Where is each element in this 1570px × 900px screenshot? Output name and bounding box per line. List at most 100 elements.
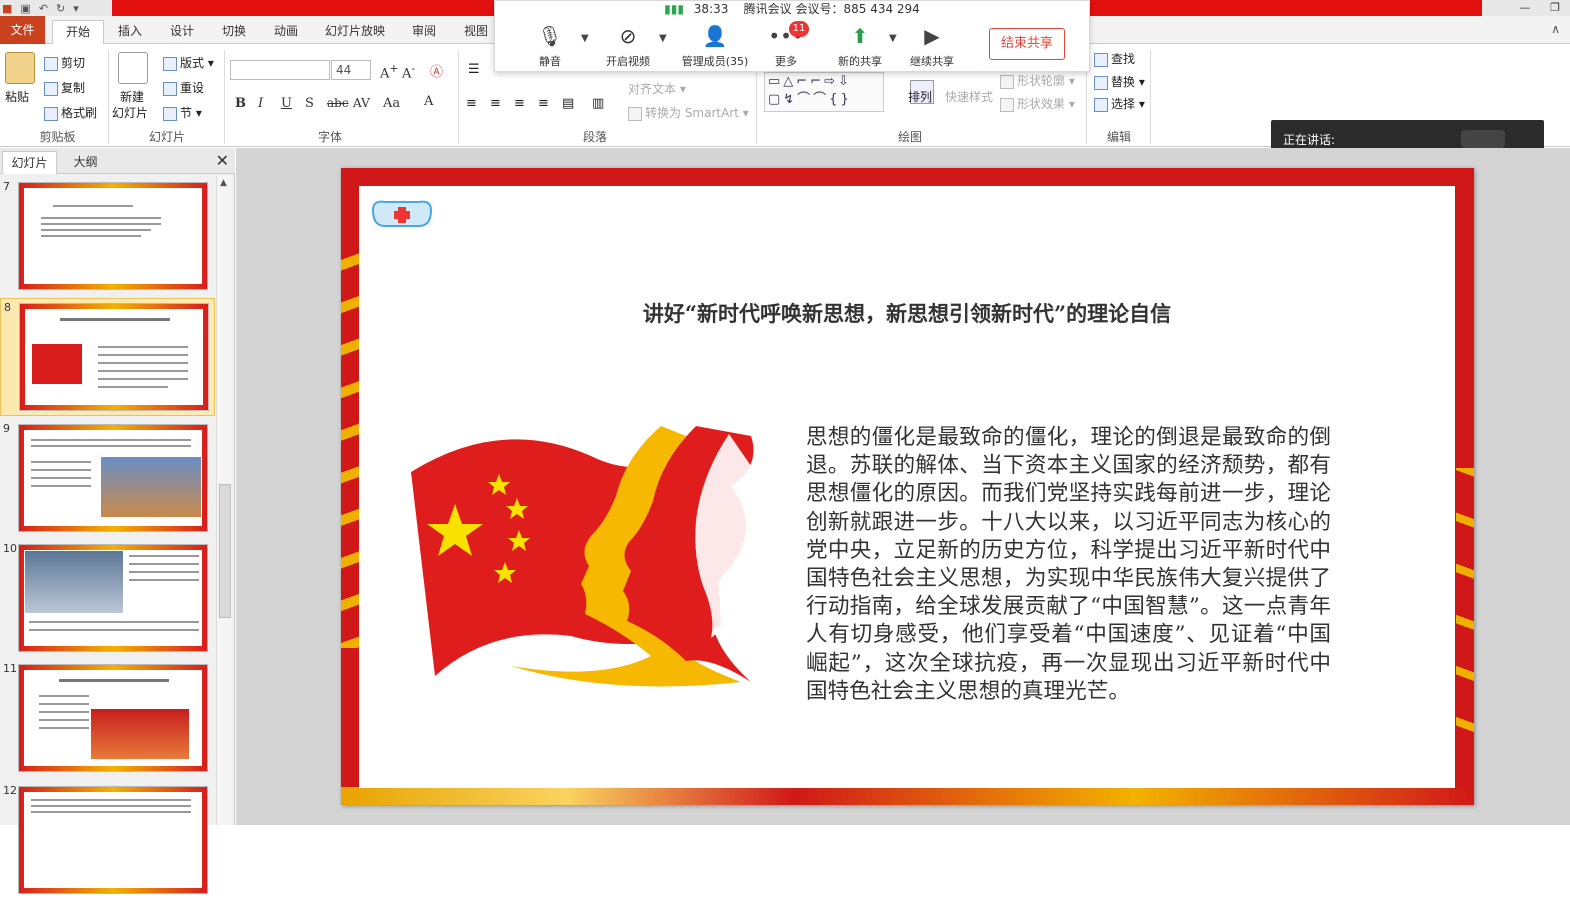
grow-font-icon[interactable]: A+ — [380, 62, 398, 81]
char-spacing-icon[interactable]: AV — [353, 96, 370, 110]
scroll-thumb[interactable] — [219, 484, 231, 618]
slide-thumbnail-10[interactable]: 10 — [0, 540, 215, 658]
tab-home[interactable]: 开始 — [52, 20, 104, 44]
new-share-button[interactable]: ⬆ 新的共享 — [825, 23, 895, 69]
justify-icon[interactable]: ≡ — [538, 96, 549, 111]
cut-button[interactable]: 剪切 — [44, 54, 85, 71]
meeting-info: 腾讯会议 会议号：885 434 294 — [743, 2, 920, 16]
strikethrough-icon[interactable]: abc — [327, 96, 349, 110]
tab-slides[interactable]: 幻灯片 — [2, 151, 57, 174]
tab-review[interactable]: 审阅 — [404, 20, 444, 44]
slide-thumbnail-11[interactable]: 11 — [0, 660, 215, 778]
shape-effects-button[interactable]: 形状效果 ▾ — [1000, 95, 1075, 112]
underline-icon[interactable]: U — [281, 96, 292, 111]
tab-animations[interactable]: 动画 — [266, 20, 306, 44]
copy-button[interactable]: 复制 — [44, 79, 85, 96]
quick-styles-button[interactable]: 快速样式 — [945, 88, 993, 105]
mask-icon — [371, 200, 433, 227]
arrange-button[interactable]: 排列 — [908, 88, 932, 105]
share-options-chevron-icon[interactable]: ▼ — [889, 33, 897, 44]
ribbon-collapse-icon[interactable]: ∧ — [1551, 22, 1560, 36]
undo-icon[interactable]: ↶ — [39, 2, 48, 15]
format-painter-button[interactable]: 格式刷 — [44, 104, 97, 121]
font-color-icon[interactable]: A — [424, 94, 433, 109]
slide-thumbnail-7[interactable]: 7 — [0, 178, 215, 296]
shadow-icon[interactable]: S — [305, 96, 314, 111]
restore-icon[interactable]: ❐ — [1540, 0, 1570, 16]
shapes-gallery[interactable]: ▭△⌐⌐⇨⇩ ▢↯⌒⌒{} — [764, 72, 884, 112]
tab-design[interactable]: 设计 — [162, 20, 202, 44]
current-slide[interactable]: 讲好“新时代呼唤新思想，新思想引领新时代”的理论自信 思想的僵化是最致命的僵化，… — [341, 168, 1474, 805]
end-share-button[interactable]: 结束共享 — [989, 28, 1065, 60]
italic-icon[interactable]: I — [258, 96, 263, 111]
slide-body-text[interactable]: 思想的僵化是最致命的僵化，理论的倒退是最致命的倒退。苏联的解体、当下资本主义国家… — [806, 424, 1331, 706]
paintbrush-icon — [44, 106, 58, 121]
bold-icon[interactable]: B — [235, 96, 246, 111]
replace-button[interactable]: 替换 ▾ — [1094, 73, 1145, 90]
save-icon[interactable]: ▣ — [20, 2, 30, 15]
redo-icon[interactable]: ↻ — [56, 2, 65, 15]
video-button[interactable]: ⊘ 开启视频 — [593, 23, 663, 69]
more-button[interactable]: ••• 更多 — [751, 23, 821, 69]
columns-icon[interactable]: ▥ — [592, 96, 604, 111]
convert-smartart-button[interactable]: 转换为 SmartArt ▾ — [628, 104, 749, 121]
section-button[interactable]: 节 ▾ — [163, 104, 202, 121]
mute-options-chevron-icon[interactable]: ▼ — [581, 33, 589, 44]
slide-title[interactable]: 讲好“新时代呼唤新思想，新思想引领新时代”的理论自信 — [359, 298, 1455, 328]
font-group-label: 字体 — [317, 130, 342, 144]
share-screen-icon: ⬆ — [851, 24, 869, 48]
close-pane-icon[interactable]: ✕ — [216, 151, 229, 170]
slide-thumbnail-pane: 幻灯片 大纲 ✕ 7 8 9 10 11 12 ▲ — [0, 148, 235, 894]
slide-thumbnail-12[interactable]: 12 — [0, 782, 215, 900]
align-right-icon[interactable]: ≡ — [514, 96, 525, 111]
customize-qat-icon[interactable]: ▾ — [73, 2, 79, 15]
video-options-chevron-icon[interactable]: ▼ — [659, 33, 667, 44]
new-slide-label-1[interactable]: 新建 — [120, 88, 144, 105]
tab-transitions[interactable]: 切换 — [214, 20, 254, 44]
clear-format-icon[interactable]: Ⓐ — [430, 61, 443, 80]
slides-group-label: 幻灯片 — [148, 130, 185, 144]
font-size-combo[interactable]: 44 — [331, 60, 371, 80]
meeting-time: 38:33 — [693, 2, 729, 16]
layout-button[interactable]: 版式 ▾ — [163, 54, 214, 71]
mute-button[interactable]: 🎙 静音 — [515, 23, 585, 69]
new-slide-label-2[interactable]: 幻灯片 — [112, 104, 148, 121]
quick-access-toolbar: ■ ▣ ↶ ↻ ▾ — [2, 0, 79, 16]
paste-icon[interactable] — [5, 52, 35, 84]
group-divider — [108, 50, 109, 144]
tab-outline[interactable]: 大纲 — [58, 151, 113, 174]
minimize-icon[interactable]: — — [1510, 0, 1540, 16]
distributed-icon[interactable]: ▤ — [562, 96, 574, 111]
align-left-icon[interactable]: ≡ — [466, 96, 477, 111]
tab-insert[interactable]: 插入 — [110, 20, 150, 44]
shrink-font-icon[interactable]: A- — [402, 62, 415, 81]
binoculars-icon — [1094, 52, 1108, 67]
flag-profile-graphic[interactable] — [411, 426, 771, 706]
thumbnail-scrollbar[interactable]: ▲ — [216, 176, 232, 825]
paste-button[interactable]: 粘贴 — [5, 88, 29, 105]
microphone-icon: 🎙 — [537, 24, 563, 48]
select-button[interactable]: 选择 ▾ — [1094, 95, 1145, 112]
bullets-icon[interactable]: ☰ — [468, 62, 480, 77]
align-text-button[interactable]: 对齐文本 ▾ — [628, 80, 686, 97]
members-icon: 👤 — [702, 24, 728, 48]
app-icon[interactable]: ■ — [2, 2, 12, 15]
tab-file[interactable]: 文件 — [0, 16, 45, 44]
manage-members-button[interactable]: 👤 管理成员(35) — [679, 23, 751, 69]
change-case-icon[interactable]: Aa — [383, 96, 400, 111]
shape-outline-button[interactable]: 形状轮廓 ▾ — [1000, 72, 1075, 89]
reset-button[interactable]: 重设 — [163, 79, 204, 96]
tab-view[interactable]: 视图 — [456, 20, 496, 44]
new-slide-icon[interactable] — [118, 52, 148, 84]
tab-slideshow[interactable]: 幻灯片放映 — [318, 20, 392, 44]
font-family-combo[interactable] — [230, 60, 330, 80]
slide-thumbnail-9[interactable]: 9 — [0, 420, 215, 538]
scroll-up-icon[interactable]: ▲ — [220, 178, 227, 188]
drawing-group-label: 绘图 — [897, 130, 922, 144]
signal-icon: ▮▮▮ — [664, 2, 684, 16]
align-center-icon[interactable]: ≡ — [490, 96, 501, 111]
continue-share-button[interactable]: ▶ 继续共享 — [897, 23, 967, 69]
slide-thumbnail-8[interactable]: 8 — [0, 298, 215, 416]
find-button[interactable]: 查找 — [1094, 50, 1135, 67]
decorative-right-border — [1456, 468, 1474, 768]
